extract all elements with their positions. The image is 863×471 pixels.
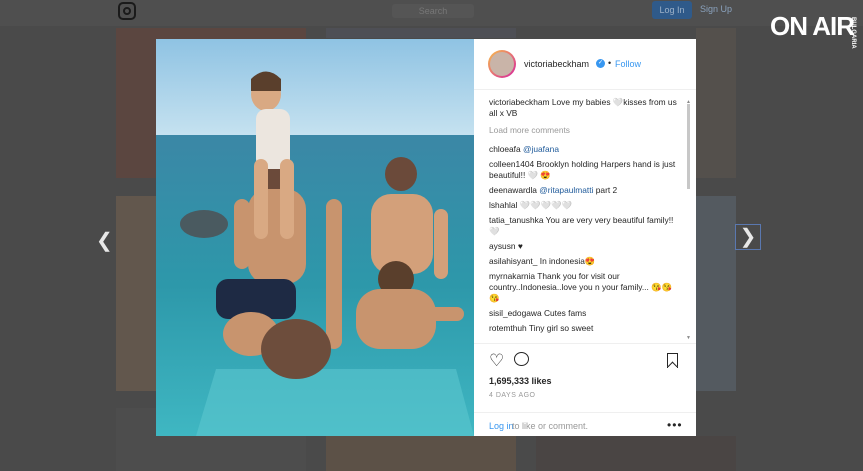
scroll-down-icon[interactable]: ▼ [686,335,691,341]
comment-text: part 2 [595,185,618,195]
comment-item: aysusn ♥ [489,241,681,252]
feed-tile[interactable] [536,436,736,471]
comment-item: rotemthuh Tiny girl so sweet [489,323,681,334]
feed-tile[interactable] [696,196,736,391]
comment-username[interactable]: chloeafa [489,144,521,154]
likes-count[interactable]: 1,695,333 likes [489,376,552,386]
feed-tile[interactable] [326,28,516,38]
on-air-logo: ON AIR BULGARIA [770,13,856,49]
post-modal: victoriabeckham ✓ • Follow victoriabeckh… [156,39,696,436]
comment-item: tatia_tanushka You are very very beautif… [489,215,681,237]
comment-item: asilahisyant_ In indonesia😍 [489,256,681,267]
scrollbar-thumb[interactable] [687,104,690,189]
caption-username[interactable]: victoriabeckham [489,97,550,107]
comment-text: 🤍🤍🤍🤍🤍 [519,200,572,210]
separator-dot: • [608,58,612,68]
more-options-icon[interactable]: ••• [667,418,683,432]
bookmark-icon[interactable] [667,353,678,368]
login-prompt-text: to like or comment. [512,421,589,431]
comment-username[interactable]: myrnakarnia [489,271,535,281]
comment-username[interactable]: lshahlal [489,200,517,210]
comment-bubble-icon[interactable] [514,352,529,366]
comment-username[interactable]: tatia_tanushka [489,215,543,225]
post-timestamp: 4 DAYS AGO [489,392,536,399]
signup-link[interactable]: Sign Up [700,4,732,14]
comment-text: In indonesia😍 [539,256,596,266]
login-to-comment-bar: Log in to like or comment. ••• [474,412,696,438]
feed-tile[interactable] [326,436,516,471]
load-more-comments-link[interactable]: Load more comments [489,125,681,136]
post-username[interactable]: victoriabeckham [524,59,589,69]
post-photo [156,39,474,436]
next-arrow-icon[interactable]: ❯ [735,224,761,250]
comment-item: myrnakarnia Thank you for visit our coun… [489,271,681,304]
comment-text: Cutes fams [543,308,587,318]
instagram-icon[interactable] [118,2,136,20]
comment-item: colleen1404 Brooklyn holding Harpers han… [489,159,681,181]
post-actions: ♡ 1,695,333 likes 4 DAYS AGO Log in to l… [474,343,696,437]
family-pool-photo [156,39,474,436]
post-header: victoriabeckham ✓ • Follow [474,39,696,90]
verified-badge-icon: ✓ [596,59,605,68]
caption: victoriabeckham Love my babies 🤍kisses f… [489,97,681,119]
comments-scrollbar[interactable]: ▲ ▼ [686,99,691,343]
post-details-panel: victoriabeckham ✓ • Follow victoriabeckh… [474,39,696,436]
previous-arrow-icon[interactable]: ❮ [96,228,113,253]
comment-mention[interactable]: @ritapaulmatti [539,185,593,195]
comment-mention[interactable]: @juafana [523,144,559,154]
feed-tile[interactable] [116,196,156,391]
comment-username[interactable]: rotemthuh [489,323,527,333]
logo-sub: BULGARIA [850,17,856,49]
comment-username[interactable]: deenawardla [489,185,537,195]
like-heart-icon[interactable]: ♡ [489,351,504,371]
feed-tile[interactable] [696,28,736,178]
comment-text: ♥ [517,241,523,251]
comment-username[interactable]: sisil_edogawa [489,308,542,318]
comments-list[interactable]: victoriabeckham Love my babies 🤍kisses f… [489,97,681,343]
top-nav-bar: Search Log In Sign Up [0,0,863,26]
login-link[interactable]: Log in [489,421,514,431]
comment-item: chloeafa @juafana [489,144,681,155]
comment-item: deenawardla @ritapaulmatti part 2 [489,185,681,196]
comment-username[interactable]: asilahisyant_ [489,256,537,266]
login-button[interactable]: Log In [652,1,692,19]
search-input[interactable]: Search [392,4,474,18]
comment-username[interactable]: aysusn [489,241,516,251]
follow-button[interactable]: Follow [615,59,641,69]
comment-item: lshahlal 🤍🤍🤍🤍🤍 [489,200,681,211]
avatar[interactable] [488,50,516,78]
comment-item: sisil_edogawa Cutes fams [489,308,681,319]
comment-text: Tiny girl so sweet [528,323,594,333]
comment-username[interactable]: colleen1404 [489,159,534,169]
